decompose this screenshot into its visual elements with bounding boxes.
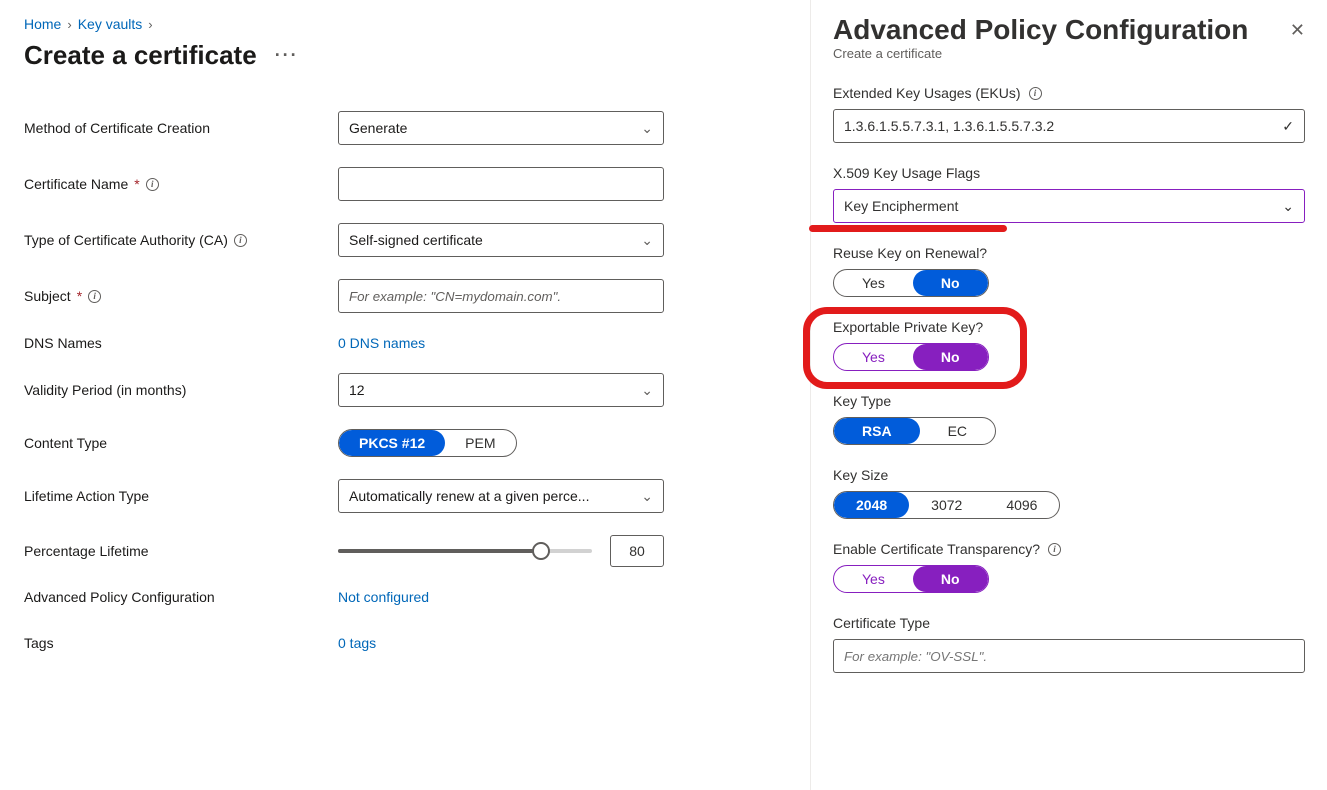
transparency-yes[interactable]: Yes xyxy=(834,566,913,592)
info-icon[interactable]: i xyxy=(234,234,247,247)
flags-label: X.509 Key Usage Flags xyxy=(833,165,980,181)
close-icon[interactable]: ✕ xyxy=(1290,14,1305,41)
info-icon[interactable]: i xyxy=(88,290,101,303)
pct-label: Percentage Lifetime xyxy=(24,543,338,559)
chevron-down-icon: ⌄ xyxy=(1282,198,1294,215)
dns-names-link[interactable]: 0 DNS names xyxy=(338,335,425,351)
export-toggle[interactable]: Yes No xyxy=(833,343,989,371)
pct-slider[interactable] xyxy=(338,549,592,553)
transparency-toggle[interactable]: Yes No xyxy=(833,565,989,593)
keysize-4096[interactable]: 4096 xyxy=(984,492,1059,518)
blade-subtitle: Create a certificate xyxy=(833,46,1305,61)
pill-pkcs12[interactable]: PKCS #12 xyxy=(339,430,445,456)
keysize-label: Key Size xyxy=(833,467,888,483)
method-select[interactable]: Generate ⌄ xyxy=(338,111,664,145)
eku-label: Extended Key Usages (EKUs) xyxy=(833,85,1021,101)
keysize-3072[interactable]: 3072 xyxy=(909,492,984,518)
advpolicy-label: Advanced Policy Configuration xyxy=(24,589,338,605)
catype-label: Type of Certificate Authority (CA) i xyxy=(24,232,338,248)
reuse-yes[interactable]: Yes xyxy=(834,270,913,296)
keytype-ec[interactable]: EC xyxy=(920,418,995,444)
tags-label: Tags xyxy=(24,635,338,651)
certname-input[interactable] xyxy=(338,167,664,201)
keysize-2048[interactable]: 2048 xyxy=(834,492,909,518)
method-label: Method of Certificate Creation xyxy=(24,120,338,136)
export-label: Exportable Private Key? xyxy=(833,319,983,335)
keytype-rsa[interactable]: RSA xyxy=(834,418,920,444)
breadcrumb-keyvaults[interactable]: Key vaults xyxy=(78,16,143,32)
chevron-down-icon: ⌄ xyxy=(641,232,653,249)
flags-select[interactable]: Key Encipherment ⌄ xyxy=(833,189,1305,223)
slider-thumb[interactable] xyxy=(532,542,550,560)
export-no[interactable]: No xyxy=(913,344,988,370)
info-icon[interactable]: i xyxy=(1048,543,1061,556)
blade-title: Advanced Policy Configuration xyxy=(833,14,1248,46)
pct-value-input[interactable]: 80 xyxy=(610,535,664,567)
reuse-toggle[interactable]: Yes No xyxy=(833,269,989,297)
keytype-toggle[interactable]: RSA EC xyxy=(833,417,996,445)
certtype-input[interactable] xyxy=(833,639,1305,673)
dns-label: DNS Names xyxy=(24,335,338,351)
eku-select[interactable]: 1.3.6.1.5.5.7.3.1, 1.3.6.1.5.5.7.3.2 ✓ xyxy=(833,109,1305,143)
chevron-right-icon: › xyxy=(148,17,152,32)
validity-label: Validity Period (in months) xyxy=(24,382,338,398)
validity-select[interactable]: 12 ⌄ xyxy=(338,373,664,407)
lifetime-label: Lifetime Action Type xyxy=(24,488,338,504)
tags-link[interactable]: 0 tags xyxy=(338,635,376,651)
export-yes[interactable]: Yes xyxy=(834,344,913,370)
annotation-underline xyxy=(809,225,1007,232)
keytype-label: Key Type xyxy=(833,393,891,409)
info-icon[interactable]: i xyxy=(146,178,159,191)
certname-label: Certificate Name* i xyxy=(24,176,338,192)
info-icon[interactable]: i xyxy=(1029,87,1042,100)
subject-input[interactable] xyxy=(338,279,664,313)
subject-label: Subject* i xyxy=(24,288,338,304)
reuse-label: Reuse Key on Renewal? xyxy=(833,245,987,261)
chevron-down-icon: ⌄ xyxy=(641,488,653,505)
contenttype-label: Content Type xyxy=(24,435,338,451)
certtype-label: Certificate Type xyxy=(833,615,930,631)
chevron-down-icon: ⌄ xyxy=(641,382,653,399)
pill-pem[interactable]: PEM xyxy=(445,430,515,456)
lifetime-select[interactable]: Automatically renew at a given perce... … xyxy=(338,479,664,513)
contenttype-toggle[interactable]: PKCS #12 PEM xyxy=(338,429,517,457)
reuse-no[interactable]: No xyxy=(913,270,988,296)
more-icon[interactable]: ··· xyxy=(275,45,299,66)
page-title: Create a certificate xyxy=(24,40,257,71)
transparency-label: Enable Certificate Transparency? xyxy=(833,541,1040,557)
chevron-down-icon: ⌄ xyxy=(641,120,653,137)
check-icon: ✓ xyxy=(1282,118,1294,135)
chevron-right-icon: › xyxy=(67,17,71,32)
catype-select[interactable]: Self-signed certificate ⌄ xyxy=(338,223,664,257)
keysize-toggle[interactable]: 2048 3072 4096 xyxy=(833,491,1060,519)
transparency-no[interactable]: No xyxy=(913,566,988,592)
breadcrumb-home[interactable]: Home xyxy=(24,16,61,32)
breadcrumb: Home › Key vaults › xyxy=(24,16,810,32)
advpolicy-link[interactable]: Not configured xyxy=(338,589,429,605)
